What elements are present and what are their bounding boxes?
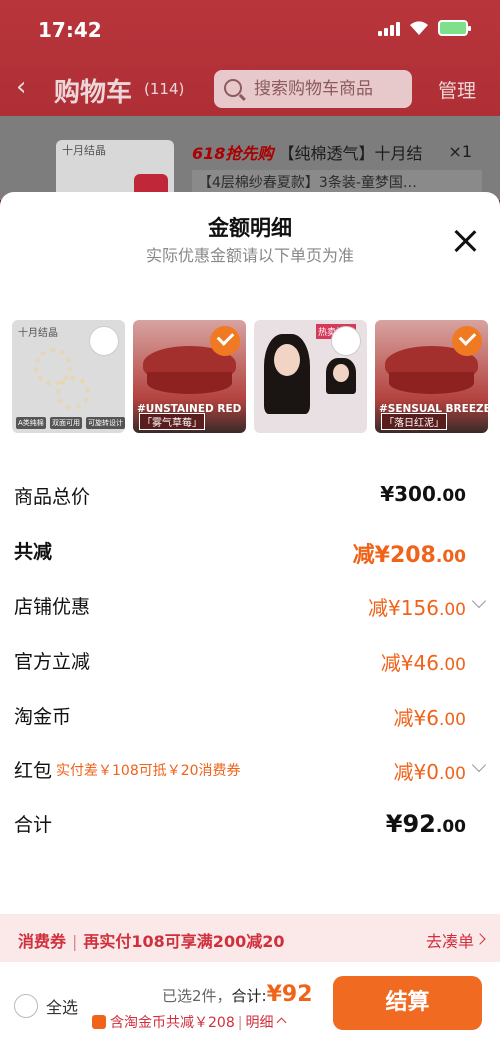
lips-image-lower	[147, 372, 232, 394]
checkout-bar: 全选 已选2件，合计:¥92 含淘金币共减￥208 | 明细 结算	[0, 962, 500, 1039]
product-select-checkbox[interactable]	[210, 326, 240, 356]
close-icon[interactable]	[452, 228, 478, 254]
product-thumbnail[interactable]: #UNSTAINED RED 「雾气草莓」	[133, 320, 246, 433]
select-all-checkbox[interactable]	[14, 994, 38, 1018]
cart-count: (114)	[144, 80, 185, 98]
row-discount-total: 共减 减¥208.00	[14, 537, 486, 568]
battery-icon	[438, 20, 471, 36]
row-grand-total: 合计 ¥92.00	[14, 810, 486, 840]
row-value: 减¥6.00	[393, 706, 466, 730]
product-tag: 双面可用	[50, 417, 82, 429]
status-icons	[378, 20, 471, 36]
select-all-label[interactable]: 全选	[46, 994, 78, 1018]
back-icon[interactable]: ‹	[16, 72, 26, 102]
product-shade-name: 「雾气草莓」	[139, 413, 205, 430]
lips-image-lower	[389, 372, 474, 394]
cellular-signal-icon	[378, 20, 400, 36]
page-title: 购物车	[54, 78, 133, 108]
product-select-checkbox[interactable]	[331, 326, 361, 356]
cart-item-quantity: ×1	[448, 142, 472, 161]
flower-teether-image	[56, 376, 90, 410]
cart-item-promo: 618抢先购	[192, 144, 274, 163]
row-label: 合计	[14, 814, 53, 836]
manage-button[interactable]: 管理	[438, 76, 476, 103]
product-thumbnail[interactable]: 十月结晶 A类纯棉 双面可用 可旋转设计	[12, 320, 125, 433]
row-value: 减¥156.00	[368, 596, 466, 620]
selected-summary: 已选2件，合计:¥92	[162, 982, 313, 1007]
chevron-up-icon	[277, 1017, 287, 1028]
product-thumbnail[interactable]: #SENSUAL BREEZE 「落日红泥」	[375, 320, 488, 433]
row-label: 淘金币	[14, 706, 72, 728]
model-face-image	[333, 364, 349, 382]
row-value: ¥300.00	[380, 482, 466, 506]
wifi-icon	[408, 20, 430, 36]
search-icon	[224, 79, 242, 97]
row-red-packet[interactable]: 红包 实付差￥108可抵￥20消费券 减¥0.00	[14, 756, 487, 786]
cart-header: ‹ 购物车 (114) 搜索购物车商品 管理	[0, 64, 500, 116]
product-tag: A类纯棉	[16, 417, 46, 429]
product-thumbnail[interactable]: 热卖推荐	[254, 320, 367, 433]
sheet-subtitle: 实际优惠金额请以下单页为准	[145, 246, 354, 265]
coupon-banner-text: 消费券 | 再实付108可享满200减20	[18, 932, 285, 951]
search-placeholder: 搜索购物车商品	[254, 79, 373, 99]
product-tag: 可旋转设计	[86, 417, 125, 429]
cart-item-background: 十月结晶 618抢先购 【纯棉透气】十月结 ×1 【4层棉纱春夏款】3条装-童梦…	[0, 116, 500, 200]
row-total-price: 商品总价 ¥300.00	[14, 482, 486, 512]
product-thumbnails: 十月结晶 A类纯棉 双面可用 可旋转设计 #UNSTAINED RED 「雾气草…	[12, 320, 488, 433]
product-brand: 十月结晶	[18, 328, 58, 339]
cart-item-thumbnail: 十月结晶	[56, 140, 174, 200]
chevron-down-icon[interactable]	[471, 757, 487, 773]
product-select-checkbox[interactable]	[89, 326, 119, 356]
row-label: 官方立减	[14, 651, 91, 673]
row-label: 共减	[14, 541, 53, 563]
add-items-link[interactable]: 去凑单	[426, 928, 474, 952]
cart-item-title: 618抢先购 【纯棉透气】十月结	[192, 140, 423, 164]
row-shop-discount[interactable]: 店铺优惠 减¥156.00	[14, 592, 487, 622]
row-value: ¥92.00	[385, 810, 466, 838]
red-packet-note: 实付差￥108可抵￥20消费券	[56, 763, 241, 779]
chevron-right-icon	[474, 933, 486, 945]
product-select-checkbox[interactable]	[452, 326, 482, 356]
cart-item-brand: 十月结晶	[62, 144, 106, 157]
status-bar: 17:42	[0, 0, 500, 60]
chevron-down-icon[interactable]	[471, 593, 487, 609]
row-tao-coin: 淘金币 减¥6.00	[14, 702, 486, 732]
row-label: 商品总价	[14, 486, 91, 508]
row-value: 减¥208.00	[352, 543, 466, 568]
coin-icon	[92, 1015, 106, 1029]
row-label: 红包	[14, 760, 53, 782]
checkout-button[interactable]: 结算	[333, 976, 482, 1030]
model-face-image	[274, 344, 300, 376]
amount-detail-sheet: 金额明细 实际优惠金额请以下单页为准 十月结晶 A类纯棉 双面可用 可旋转设计 …	[0, 192, 500, 1039]
row-official-discount: 官方立减 减¥46.00	[14, 647, 486, 677]
row-label: 店铺优惠	[14, 596, 91, 618]
cart-item-name: 【纯棉透气】十月结	[278, 144, 423, 163]
row-value: 减¥46.00	[380, 651, 466, 675]
row-value: 减¥0.00	[393, 760, 466, 784]
sheet-title: 金额明细	[208, 216, 292, 240]
status-time: 17:42	[38, 18, 102, 42]
product-shade-name: 「落日红泥」	[381, 413, 447, 430]
search-input[interactable]: 搜索购物车商品	[214, 70, 412, 108]
coupon-banner[interactable]: 消费券 | 再实付108可享满200减20 去凑单	[0, 914, 500, 962]
discount-detail-toggle[interactable]: 含淘金币共减￥208 | 明细	[92, 1012, 287, 1032]
